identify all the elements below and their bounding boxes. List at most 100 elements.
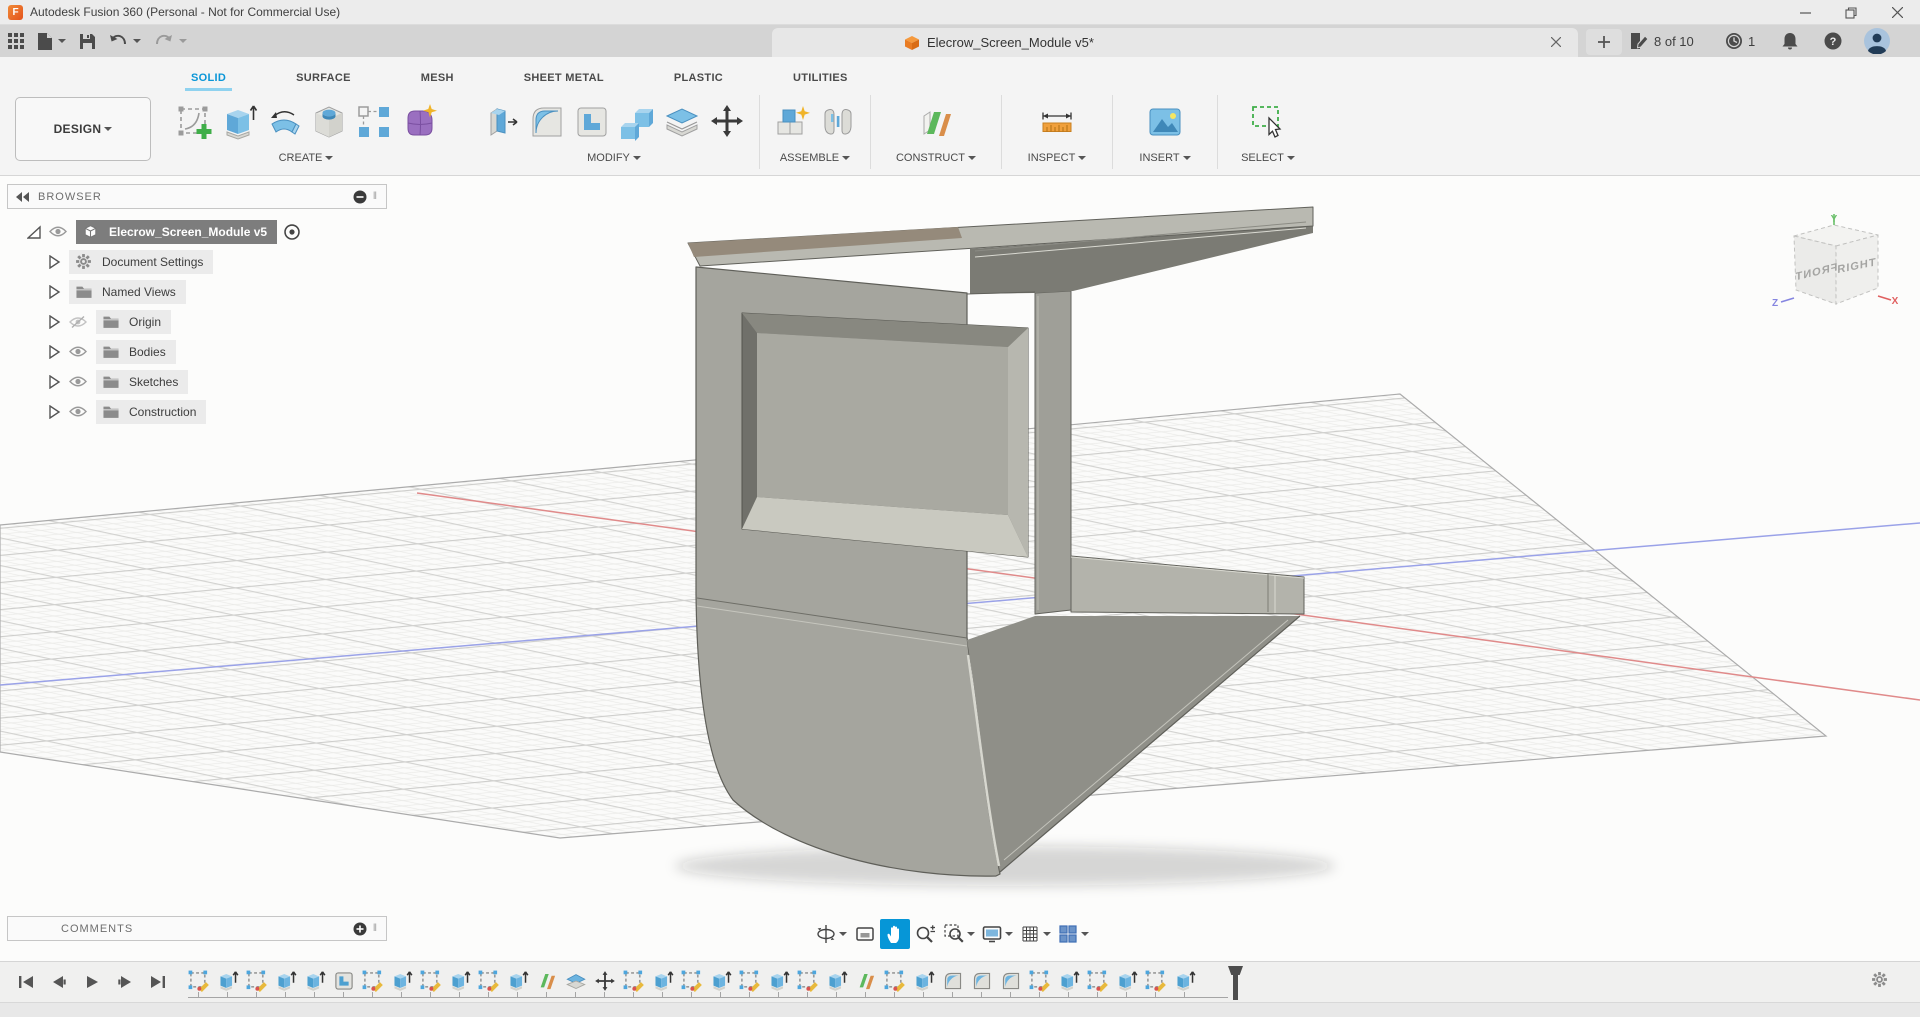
timeline-feature-fillet[interactable] [942,970,964,992]
timeline-feature-sketch[interactable] [797,970,819,992]
save-version-status[interactable]: 8 of 10 [1630,25,1694,57]
visibility-eye-icon[interactable] [69,374,88,390]
add-comment-icon[interactable] [353,922,367,936]
timeline-step-back-button[interactable] [47,970,71,994]
expand-arrow-icon[interactable] [47,255,61,269]
move-copy-button[interactable] [704,94,749,150]
timeline-feature-sketch[interactable] [420,970,442,992]
timeline-feature-move[interactable] [594,970,616,992]
close-window-button[interactable] [1874,0,1920,25]
visibility-off-eye-icon[interactable] [69,314,88,330]
timeline-feature-sketch[interactable] [188,970,210,992]
undo-button[interactable] [109,34,141,48]
nav-viewports-button[interactable] [1054,919,1092,949]
nav-orbit-button[interactable] [812,919,850,949]
timeline-feature-sketch[interactable] [1087,970,1109,992]
modify-dropdown[interactable]: MODIFY [587,152,641,164]
timeline-feature-extrude[interactable] [913,970,935,992]
workspace-selector[interactable]: DESIGN [15,97,151,161]
timeline-feature-extrude[interactable] [652,970,674,992]
timeline-feature-extrude[interactable] [304,970,326,992]
job-status[interactable]: 1 [1725,25,1755,57]
insert-dropdown[interactable]: INSERT [1139,152,1190,164]
tab-sheet-metal[interactable]: SHEET METAL [518,72,610,91]
timeline-play-button[interactable] [80,970,104,994]
timeline-feature-plane[interactable] [855,970,877,992]
timeline-feature-sketch[interactable] [1145,970,1167,992]
file-menu-button[interactable] [38,33,66,50]
nav-display-settings-button[interactable] [978,919,1016,949]
inspect-dropdown[interactable]: INSPECT [1028,152,1087,164]
timeline-feature-sketch[interactable] [623,970,645,992]
timeline-feature-extrude[interactable] [507,970,529,992]
assemble-dropdown[interactable]: ASSEMBLE [780,152,850,164]
timeline-feature-extrude[interactable] [826,970,848,992]
create-dropdown[interactable]: CREATE [279,152,334,164]
timeline-feature-sketch[interactable] [884,970,906,992]
timeline-go-to-start-button[interactable] [14,970,38,994]
panel-grip-handle[interactable]: ‖ [373,191,378,202]
tab-solid[interactable]: SOLID [185,72,232,91]
visibility-eye-icon[interactable] [69,404,88,420]
tab-utilities[interactable]: UTILITIES [787,72,854,91]
combine-button[interactable] [614,94,659,150]
timeline-feature-sketch[interactable] [246,970,268,992]
activate-component-radio[interactable] [283,223,301,241]
document-tab[interactable]: Elecrow_Screen_Module v5* [772,28,1578,57]
timeline-feature-extrude[interactable] [1116,970,1138,992]
timeline-feature-sketch[interactable] [681,970,703,992]
construct-plane-button[interactable] [914,94,959,150]
timeline-settings-gear-icon[interactable] [1871,971,1888,993]
timeline-feature-extrude[interactable] [1174,970,1196,992]
redo-button[interactable] [155,34,187,48]
revolve-button[interactable] [261,94,306,150]
tab-surface[interactable]: SURFACE [290,72,357,91]
nav-fit-button[interactable] [940,919,978,949]
timeline-playhead-marker[interactable] [1228,966,1243,1000]
new-document-tab-button[interactable] [1586,29,1622,55]
timeline-feature-extrude[interactable] [275,970,297,992]
timeline-feature-extrude[interactable] [391,970,413,992]
view-cube[interactable]: FRONT RIGHT Y Z X [1768,212,1898,316]
cad-model[interactable] [688,207,1313,876]
timeline-feature-plane[interactable] [536,970,558,992]
expand-arrow-icon[interactable] [27,225,41,239]
timeline-feature-fillet[interactable] [1000,970,1022,992]
timeline-feature-sketch[interactable] [1029,970,1051,992]
offset-face-button[interactable] [659,94,704,150]
browser-item-construction[interactable]: Construction [7,399,387,424]
timeline-feature-offset[interactable] [565,970,587,992]
notifications-button[interactable] [1782,25,1798,57]
panel-grip-handle[interactable]: ‖ [373,923,378,934]
minimize-panel-icon[interactable] [353,190,367,204]
timeline-feature-extrude[interactable] [217,970,239,992]
create-sketch-button[interactable] [171,94,216,150]
select-dropdown[interactable]: SELECT [1241,152,1295,164]
timeline-go-to-end-button[interactable] [146,970,170,994]
browser-item-named-views[interactable]: Named Views [7,279,387,304]
expand-arrow-icon[interactable] [47,345,61,359]
visibility-eye-icon[interactable] [69,344,88,360]
nav-pan-button[interactable] [880,919,910,949]
timeline-feature-sketch[interactable] [362,970,384,992]
timeline-feature-fillet[interactable] [971,970,993,992]
timeline-feature-extrude[interactable] [768,970,790,992]
restore-window-button[interactable] [1828,0,1874,25]
minimize-window-button[interactable] [1782,0,1828,25]
timeline-feature-extrude[interactable] [449,970,471,992]
collapse-panel-icon[interactable] [16,192,30,202]
browser-item-sketches[interactable]: Sketches [7,369,387,394]
insert-canvas-button[interactable] [1143,94,1188,150]
browser-item-bodies[interactable]: Bodies [7,339,387,364]
timeline-feature-sketch[interactable] [739,970,761,992]
fillet-button[interactable] [524,94,569,150]
browser-item-origin[interactable]: Origin [7,309,387,334]
timeline-step-forward-button[interactable] [113,970,137,994]
hole-button[interactable] [306,94,351,150]
nav-grid-snaps-button[interactable] [1016,919,1054,949]
timeline-feature-shell[interactable] [333,970,355,992]
extrude-button[interactable] [216,94,261,150]
expand-arrow-icon[interactable] [47,405,61,419]
expand-arrow-icon[interactable] [47,375,61,389]
visibility-eye-icon[interactable] [49,224,68,240]
